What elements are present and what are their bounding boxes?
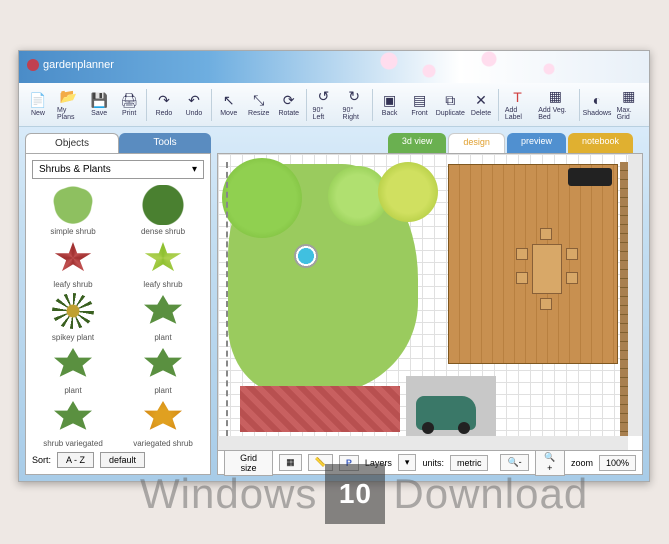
tab-3d-view[interactable]: 3d view: [388, 133, 447, 153]
plant-item-leafy-shrub-lime[interactable]: leafy shrub: [122, 238, 204, 289]
layers-dropdown[interactable]: ▾: [398, 454, 417, 471]
tab-preview[interactable]: preview: [507, 133, 566, 153]
plant-palette: simple shrub dense shrub leafy shrub lea…: [32, 185, 204, 448]
folder-icon: 📂: [61, 89, 77, 105]
grid-icon: ▦: [621, 89, 637, 105]
tab-design[interactable]: design: [448, 133, 505, 153]
new-button[interactable]: 📄New: [23, 90, 53, 119]
max-grid-button[interactable]: ▦Max. Grid: [613, 87, 645, 123]
save-icon: 💾: [91, 92, 107, 108]
sort-controls: Sort: A - Z default: [32, 448, 204, 468]
pool-object[interactable]: [294, 244, 318, 268]
move-button[interactable]: ↖Move: [214, 90, 244, 119]
front-icon: ▤: [412, 92, 428, 108]
zoom-value-dropdown[interactable]: 100%: [599, 455, 636, 471]
design-canvas[interactable]: [217, 153, 643, 451]
rotate-left-icon: ↺: [316, 89, 332, 105]
zoom-out-button[interactable]: 🔍-: [500, 454, 528, 471]
sort-az-button[interactable]: A - Z: [57, 452, 94, 468]
plant-item-plant-3[interactable]: plant: [122, 344, 204, 395]
table-set-object[interactable]: [512, 224, 582, 314]
canvas-area: 3d view design preview notebook: [217, 133, 643, 475]
add-veg-bed-button[interactable]: ▦Add Veg. Bed: [534, 87, 576, 123]
zoom-in-button[interactable]: 🔍+: [535, 449, 565, 476]
bring-front-button[interactable]: ▤Front: [405, 90, 435, 119]
plant-item-leafy-shrub-red[interactable]: leafy shrub: [32, 238, 114, 289]
bbq-object[interactable]: [568, 168, 612, 186]
header-banner: gardenplanner: [19, 51, 649, 83]
ruler-toggle-button[interactable]: 📏: [308, 454, 333, 471]
scrollbar-vertical[interactable]: [628, 154, 642, 436]
plant-item-variegated-1[interactable]: shrub variegated: [32, 397, 114, 448]
back-icon: ▣: [382, 92, 398, 108]
main-toolbar: 📄New 📂My Plans 💾Save 🖨Print ↷Redo ↶Undo …: [19, 83, 649, 127]
chevron-down-icon: ▾: [192, 164, 197, 175]
brand-icon: [27, 59, 39, 71]
redo-icon: ↷: [156, 92, 172, 108]
rotate-left-button[interactable]: ↺90° Left: [309, 87, 339, 123]
send-back-button[interactable]: ▣Back: [375, 90, 405, 119]
resize-button[interactable]: ⤡Resize: [244, 90, 274, 119]
category-value: Shrubs & Plants: [39, 164, 111, 175]
move-icon: ↖: [221, 92, 237, 108]
tree-object[interactable]: [378, 162, 438, 222]
rotate-icon: ⟳: [281, 92, 297, 108]
grid-size-button[interactable]: Grid size: [224, 450, 273, 476]
new-icon: 📄: [30, 92, 46, 108]
fence-object[interactable]: [620, 162, 628, 436]
plant-item-plant-1[interactable]: plant: [122, 291, 204, 342]
tab-tools[interactable]: Tools: [119, 133, 211, 153]
tab-notebook[interactable]: notebook: [568, 133, 633, 153]
undo-button[interactable]: ↶Undo: [179, 90, 209, 119]
plant-item-variegated-2[interactable]: variegated shrub: [122, 397, 204, 448]
print-icon: 🖨: [121, 92, 137, 108]
shadows-icon: ◐: [589, 92, 605, 108]
delete-icon: ✕: [473, 92, 489, 108]
car-object[interactable]: [416, 396, 476, 430]
plant-item-simple-shrub[interactable]: simple shrub: [32, 185, 114, 236]
duplicate-button[interactable]: ⧉Duplicate: [435, 90, 466, 119]
units-label: units:: [422, 458, 444, 468]
category-dropdown[interactable]: Shrubs & Plants ▾: [32, 160, 204, 179]
rotate-right-icon: ↻: [346, 89, 362, 105]
text-icon: T: [510, 89, 526, 105]
brand-text: gardenplanner: [43, 59, 114, 71]
plant-item-spikey[interactable]: spikey plant: [32, 291, 114, 342]
scrollbar-horizontal[interactable]: [218, 436, 628, 450]
fence-left-object[interactable]: [226, 162, 228, 436]
tree-object[interactable]: [222, 158, 302, 238]
objects-panel: Shrubs & Plants ▾ simple shrub dense shr…: [25, 153, 211, 475]
add-label-button[interactable]: TAdd Label: [501, 87, 534, 123]
resize-icon: ⤡: [251, 92, 267, 108]
units-toggle[interactable]: metric: [450, 455, 489, 471]
veg-bed-icon: ▦: [547, 89, 563, 105]
redo-button[interactable]: ↷Redo: [149, 90, 179, 119]
brand: gardenplanner: [27, 59, 114, 71]
undo-icon: ↶: [186, 92, 202, 108]
plant-item-plant-2[interactable]: plant: [32, 344, 114, 395]
sort-label: Sort:: [32, 455, 51, 465]
app-window: gardenplanner 📄New 📂My Plans 💾Save 🖨Prin…: [18, 50, 650, 482]
shadows-button[interactable]: ◐Shadows: [581, 90, 612, 119]
duplicate-icon: ⧉: [442, 92, 458, 108]
sidebar: Objects Tools Shrubs & Plants ▾ simple s…: [25, 133, 211, 475]
save-button[interactable]: 💾Save: [84, 90, 114, 119]
zoom-label: zoom: [571, 458, 593, 468]
view-tabs: 3d view design preview notebook: [217, 133, 643, 153]
grid-toggle-button[interactable]: ▦: [279, 454, 302, 471]
print-button[interactable]: 🖨Print: [114, 90, 144, 119]
sort-default-button[interactable]: default: [100, 452, 145, 468]
canvas-status-bar: Grid size ▦ 📏 P Layers ▾ units: metric 🔍…: [217, 451, 643, 475]
rotate-right-button[interactable]: ↻90° Right: [339, 87, 370, 123]
properties-button[interactable]: P: [339, 455, 359, 471]
patio-object[interactable]: [240, 386, 400, 432]
rotate-button[interactable]: ⟳Rotate: [274, 90, 304, 119]
myplans-button[interactable]: 📂My Plans: [53, 87, 84, 123]
banner-decoration: [369, 51, 649, 83]
tab-objects[interactable]: Objects: [25, 133, 119, 153]
delete-button[interactable]: ✕Delete: [466, 90, 496, 119]
plant-item-dense-shrub[interactable]: dense shrub: [122, 185, 204, 236]
layers-label: Layers: [365, 458, 392, 468]
